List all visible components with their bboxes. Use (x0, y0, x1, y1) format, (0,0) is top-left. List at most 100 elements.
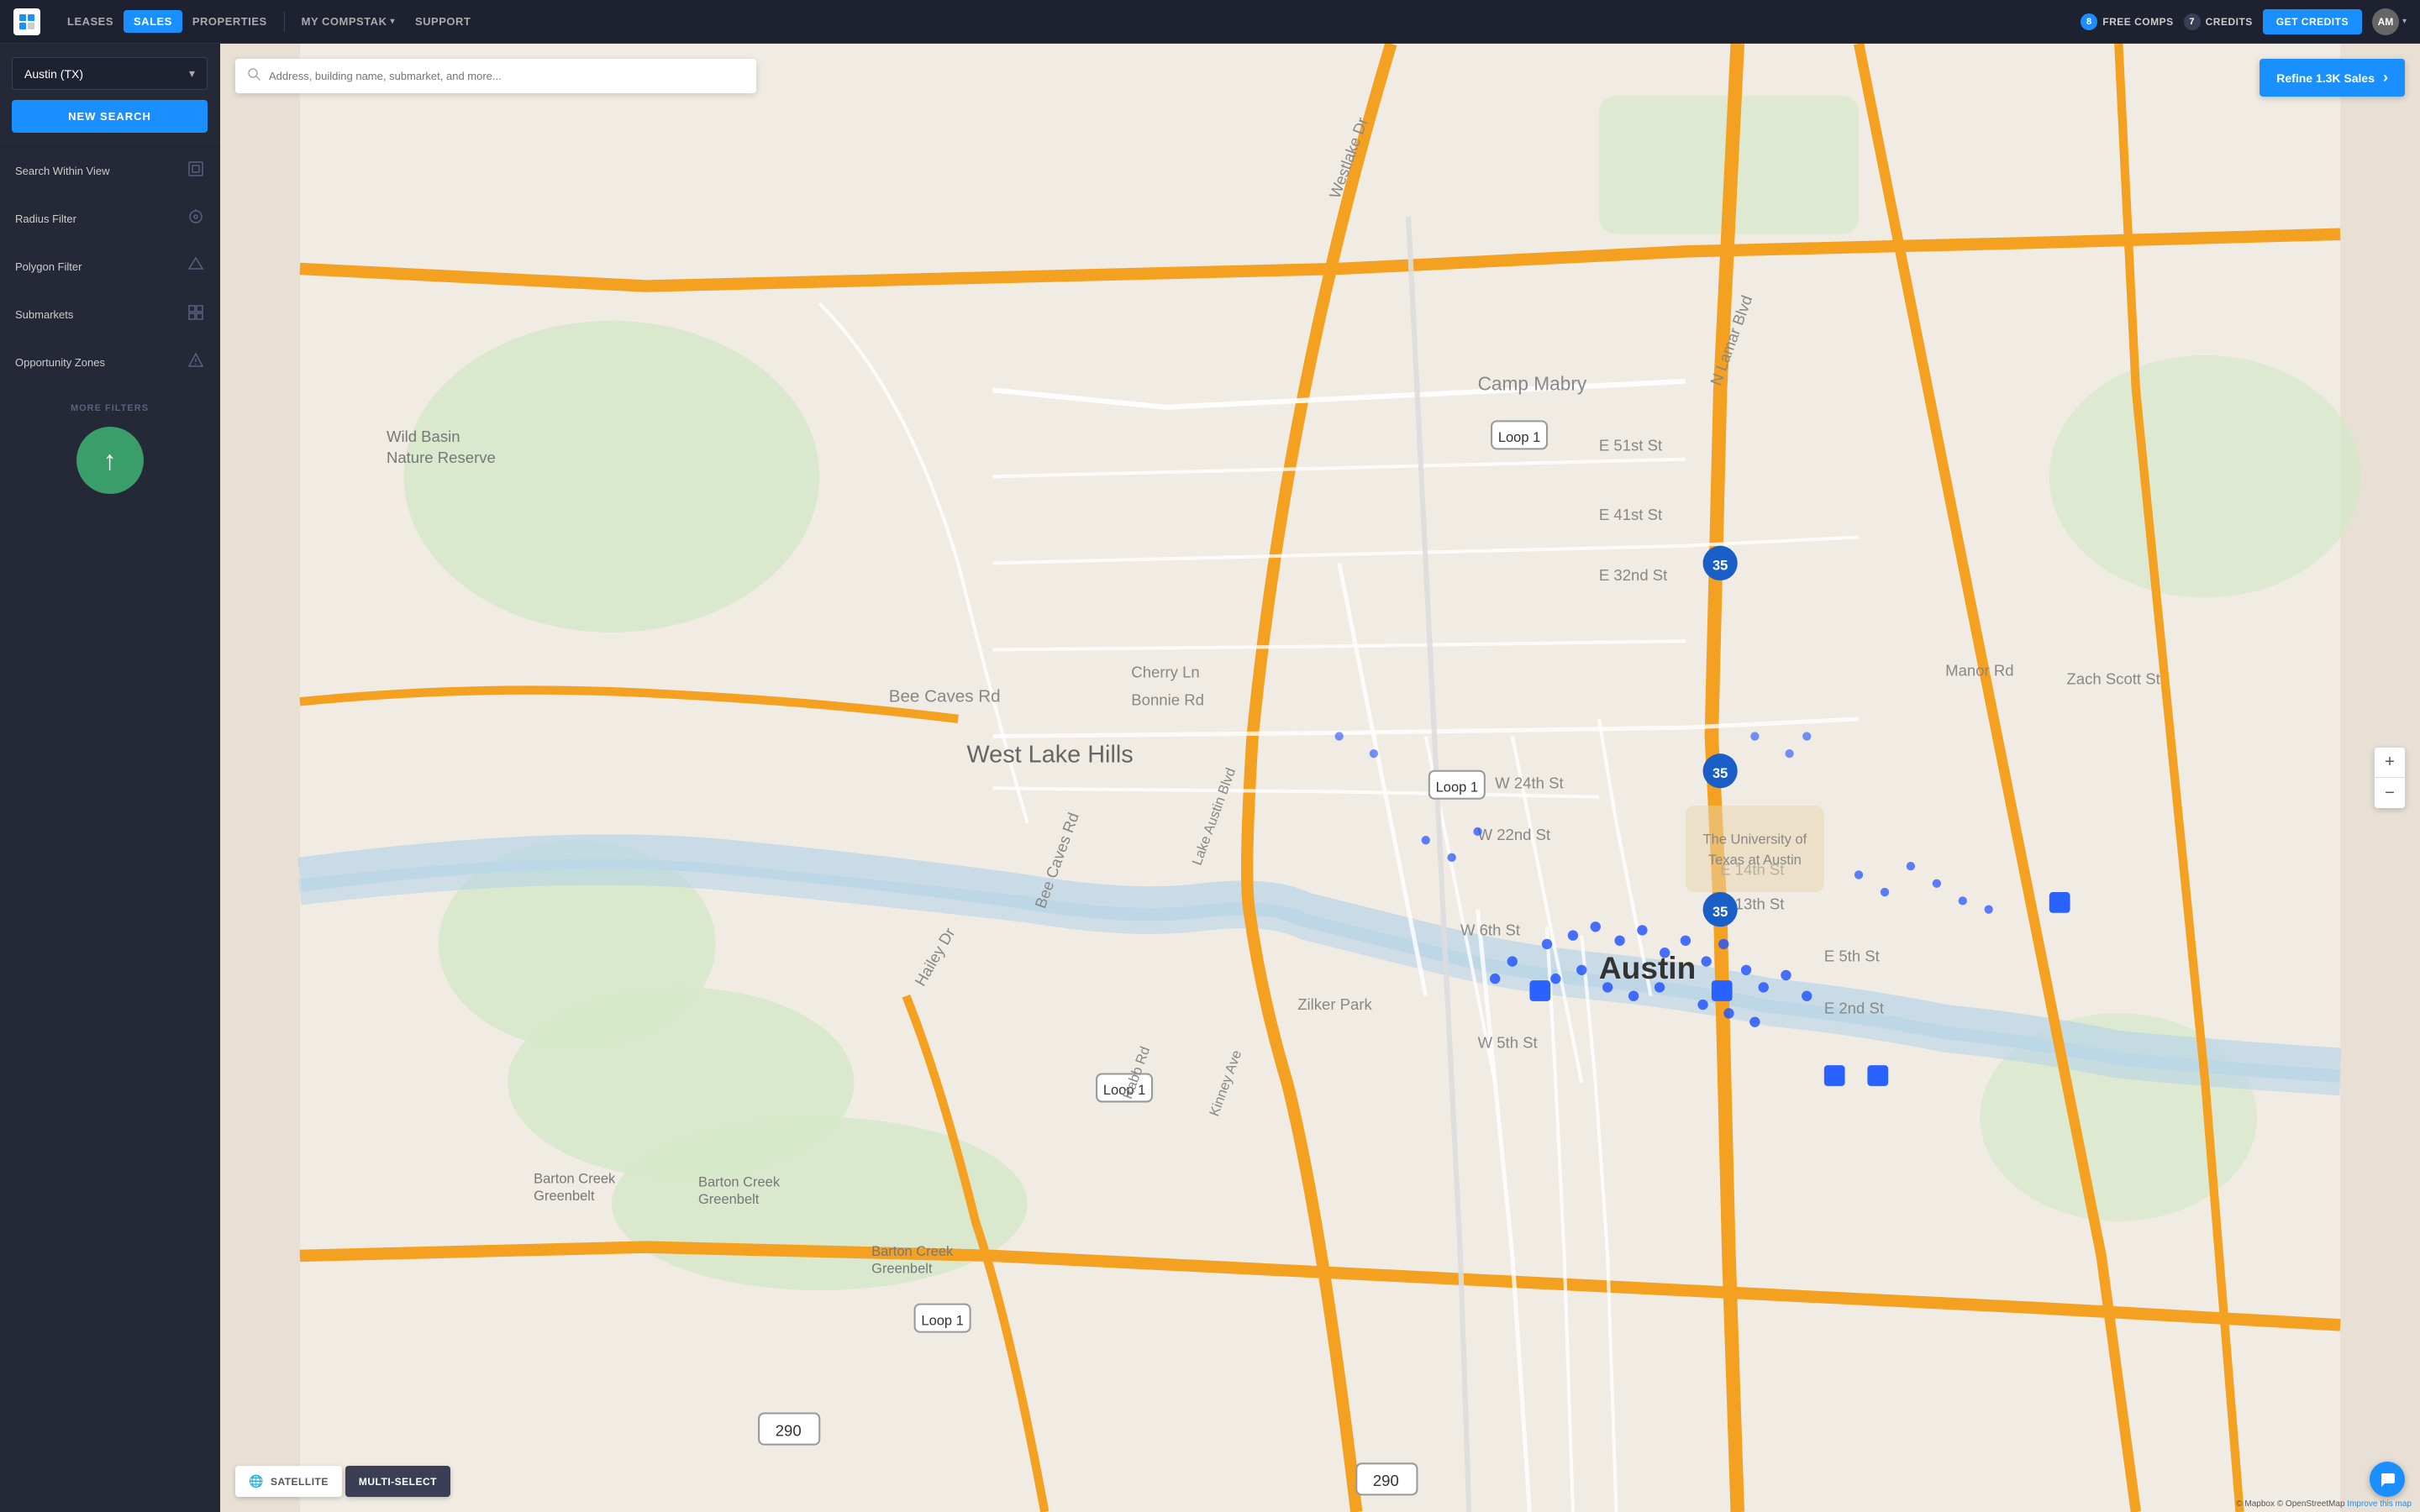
satellite-button[interactable]: 🌐 SATELLITE (235, 1466, 342, 1497)
zoom-out-button[interactable]: − (2375, 778, 2405, 808)
svg-text:Loop 1: Loop 1 (921, 1313, 963, 1328)
free-comps-badge[interactable]: 8 FREE COMPS (2081, 13, 2173, 30)
svg-text:Austin: Austin (1599, 950, 1696, 985)
filter-opportunity-zones[interactable]: Opportunity Zones (0, 339, 219, 386)
refine-arrow-icon: › (2383, 69, 2388, 87)
filter-label-search-within-view: Search Within View (15, 165, 109, 177)
svg-text:Loop 1: Loop 1 (1436, 780, 1478, 795)
refine-button[interactable]: Refine 1.3K Sales › (2260, 59, 2405, 97)
svg-text:E 32nd St: E 32nd St (1599, 566, 1668, 584)
city-chevron-icon: ▾ (189, 66, 195, 81)
polygon-filter-icon (187, 256, 204, 277)
credits-badge[interactable]: 7 CREDITS (2184, 13, 2253, 30)
chat-button[interactable] (2370, 1462, 2405, 1497)
svg-text:35: 35 (1712, 905, 1728, 920)
filter-label-radius: Radius Filter (15, 213, 76, 225)
svg-text:Zilker Park: Zilker Park (1297, 995, 1372, 1013)
filter-radius-filter[interactable]: Radius Filter (0, 195, 219, 243)
svg-text:Greenbelt: Greenbelt (698, 1192, 760, 1207)
svg-text:Cherry Ln: Cherry Ln (1131, 663, 1199, 680)
svg-text:Zach Scott St: Zach Scott St (2066, 670, 2160, 688)
globe-icon: 🌐 (249, 1474, 264, 1488)
svg-text:W 6th St: W 6th St (1460, 921, 1521, 939)
free-comps-label: FREE COMPS (2102, 16, 2173, 28)
map-search-icon (247, 67, 260, 85)
free-comps-count: 8 (2081, 13, 2097, 30)
nav-leases[interactable]: LEASES (57, 10, 124, 33)
sidebar: Austin (TX) ▾ NEW SEARCH Search Within V… (0, 44, 220, 1512)
filter-label-opportunity-zones: Opportunity Zones (15, 356, 105, 369)
credits-label: CREDITS (2206, 16, 2253, 28)
svg-text:Bee Caves Rd: Bee Caves Rd (889, 686, 1001, 706)
svg-text:290: 290 (1373, 1472, 1399, 1489)
svg-text:Barton Creek: Barton Creek (871, 1244, 954, 1259)
refine-label: Refine 1.3K Sales (2276, 71, 2375, 85)
svg-text:Loop 1: Loop 1 (1498, 430, 1540, 445)
svg-text:The University of: The University of (1703, 832, 1807, 847)
avatar-chevron-icon: ▾ (2402, 17, 2407, 26)
nav-properties[interactable]: PROPERTIES (182, 10, 277, 33)
filter-polygon-filter[interactable]: Polygon Filter (0, 243, 219, 291)
map-background: Loop 1 Loop 1 Loop 1 Loop 1 290 West Lak… (220, 44, 2420, 1512)
svg-text:E 5th St: E 5th St (1824, 948, 1881, 965)
svg-text:W 22nd St: W 22nd St (1478, 826, 1551, 843)
zoom-in-button[interactable]: + (2375, 748, 2405, 778)
svg-text:Nature Reserve: Nature Reserve (387, 449, 496, 466)
svg-text:E 2nd St: E 2nd St (1824, 999, 1885, 1016)
svg-text:Barton Creek: Barton Creek (534, 1171, 616, 1186)
city-selector[interactable]: Austin (TX) ▾ (12, 57, 208, 90)
nav-support[interactable]: SUPPORT (405, 10, 481, 33)
multiselect-button[interactable]: MULTI-SELECT (345, 1466, 450, 1497)
filter-label-submarkets: Submarkets (15, 308, 73, 321)
filter-section: Search Within View Radius Filter Polygon… (0, 146, 219, 386)
radius-filter-icon (187, 208, 204, 229)
credits-count: 7 (2184, 13, 2201, 30)
filter-search-within-view[interactable]: Search Within View (0, 147, 219, 195)
logo[interactable] (13, 8, 40, 35)
svg-text:Manor Rd: Manor Rd (1945, 661, 2013, 679)
map-search-bar (235, 59, 756, 93)
svg-text:W 5th St: W 5th St (1478, 1034, 1539, 1052)
svg-text:35: 35 (1712, 766, 1728, 781)
avatar: AM (2372, 8, 2399, 35)
header: LEASES SALES PROPERTIES MY COMPSTAK ▾ SU… (0, 0, 2420, 44)
nav-separator (284, 12, 285, 32)
nav-sales[interactable]: SALES (124, 10, 182, 33)
svg-text:E 51st St: E 51st St (1599, 436, 1663, 454)
svg-text:Bonnie Rd: Bonnie Rd (1131, 690, 1204, 708)
svg-text:Barton Creek: Barton Creek (698, 1174, 781, 1189)
filter-submarkets[interactable]: Submarkets (0, 291, 219, 339)
svg-text:E 41st St: E 41st St (1599, 506, 1663, 523)
svg-text:Wild Basin: Wild Basin (387, 428, 460, 445)
filter-label-polygon: Polygon Filter (15, 260, 82, 273)
svg-text:Texas at Austin: Texas at Austin (1708, 853, 1802, 868)
more-filters-label: MORE FILTERS (12, 403, 208, 413)
my-compstak-chevron-icon: ▾ (390, 17, 395, 26)
map-search-input[interactable] (269, 70, 744, 82)
map-container: Loop 1 Loop 1 Loop 1 Loop 1 290 West Lak… (220, 44, 2420, 1512)
svg-text:Greenbelt: Greenbelt (871, 1262, 933, 1277)
upload-arrow-icon: ↑ (103, 447, 117, 474)
new-search-button[interactable]: NEW SEARCH (12, 100, 208, 133)
bottom-controls: 🌐 SATELLITE MULTI-SELECT (235, 1466, 450, 1497)
avatar-dropdown[interactable]: AM ▾ (2372, 8, 2407, 35)
satellite-label: SATELLITE (271, 1476, 329, 1488)
svg-text:W 24th St: W 24th St (1495, 774, 1564, 791)
opportunity-zones-icon (187, 352, 204, 373)
improve-map-link[interactable]: Improve this map (2347, 1499, 2412, 1509)
more-filters-section: MORE FILTERS ↑ (0, 386, 219, 511)
svg-text:Greenbelt: Greenbelt (534, 1189, 595, 1204)
nav-my-compstak[interactable]: MY COMPSTAK ▾ (292, 10, 405, 33)
upload-button[interactable]: ↑ (76, 427, 144, 494)
get-credits-button[interactable]: GET CREDITS (2263, 9, 2362, 34)
map-attribution: © Mapbox © OpenStreetMap Improve this ma… (2236, 1499, 2412, 1509)
svg-text:Camp Mabry: Camp Mabry (1478, 372, 1587, 394)
svg-text:West Lake Hills: West Lake Hills (966, 741, 1133, 768)
zoom-controls: + − (2375, 748, 2405, 808)
header-right: 8 FREE COMPS 7 CREDITS GET CREDITS AM ▾ (2081, 8, 2407, 35)
submarkets-icon (187, 304, 204, 325)
svg-text:35: 35 (1712, 559, 1728, 574)
search-within-view-icon (187, 160, 204, 181)
city-name: Austin (TX) (24, 67, 83, 81)
svg-text:290: 290 (776, 1421, 802, 1439)
